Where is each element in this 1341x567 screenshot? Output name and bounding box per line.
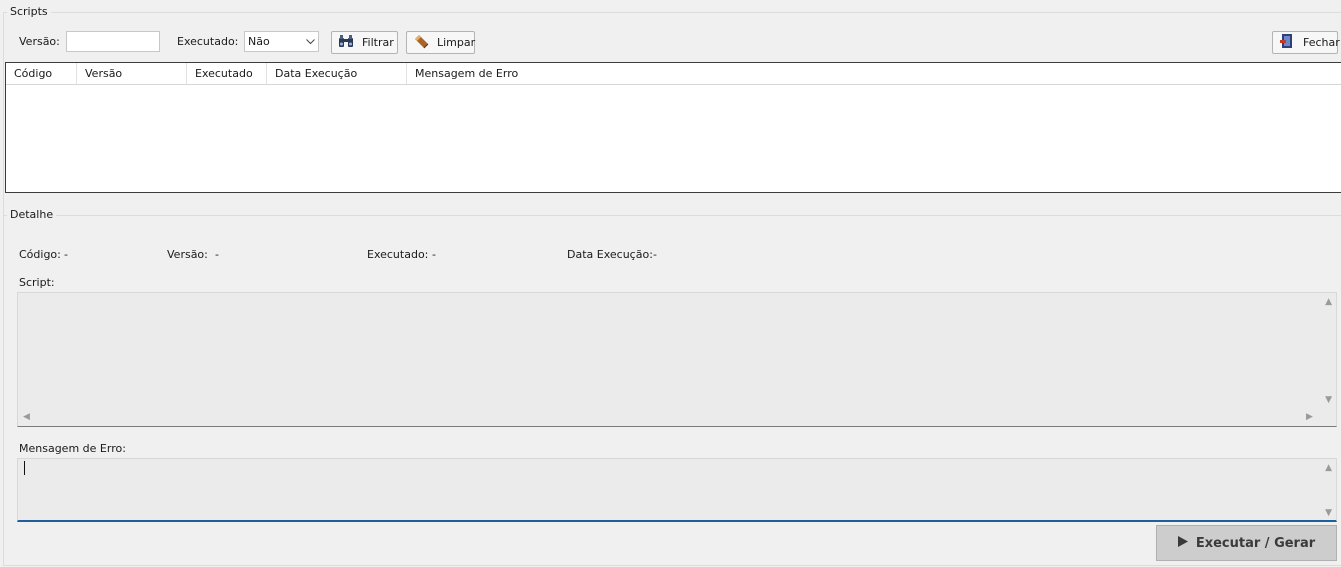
executado-filter-select[interactable]: Não bbox=[244, 31, 319, 52]
versao-filter-label: Versão: bbox=[19, 35, 60, 48]
chevron-down-icon bbox=[306, 35, 315, 48]
fechar-label: Fechar bbox=[1303, 36, 1340, 49]
scroll-left-arrow-icon[interactable]: ◀ bbox=[23, 413, 30, 422]
versao-label: Versão: bbox=[167, 248, 208, 261]
mensagem-erro-textarea[interactable]: ▲ ▼ bbox=[17, 458, 1337, 522]
scripts-group-title: Scripts bbox=[7, 5, 51, 18]
play-icon bbox=[1177, 535, 1188, 551]
detalhe-group-border bbox=[3, 215, 1341, 216]
scroll-down-arrow-icon[interactable]: ▼ bbox=[1325, 396, 1332, 405]
window-left-border bbox=[3, 12, 4, 566]
scroll-right-arrow-icon[interactable]: ▶ bbox=[1306, 413, 1313, 422]
scroll-up-arrow-icon[interactable]: ▲ bbox=[1325, 298, 1332, 307]
filtrar-button[interactable]: Filtrar bbox=[331, 31, 398, 54]
versao-value: - bbox=[215, 248, 219, 261]
scripts-table-header: Código Versão Executado Data Execução Me… bbox=[6, 63, 1341, 85]
executado-filter-value: Não bbox=[248, 35, 270, 48]
codigo-value: - bbox=[64, 248, 68, 261]
scripts-table[interactable]: Código Versão Executado Data Execução Me… bbox=[5, 62, 1341, 193]
text-cursor bbox=[24, 461, 25, 475]
filtrar-label: Filtrar bbox=[362, 36, 394, 49]
versao-filter-input[interactable] bbox=[66, 31, 160, 52]
executado-filter-label: Executado: bbox=[177, 35, 239, 48]
scripts-group-border bbox=[3, 12, 1341, 13]
executar-gerar-label: Executar / Gerar bbox=[1195, 535, 1316, 551]
data-execucao-value: - bbox=[653, 248, 657, 261]
script-textarea[interactable]: ▲ ▼ ◀ ▶ bbox=[17, 292, 1337, 427]
column-header-codigo[interactable]: Código bbox=[6, 63, 77, 84]
column-header-data-execucao[interactable]: Data Execução bbox=[267, 63, 407, 84]
eraser-icon bbox=[413, 34, 429, 52]
limpar-button[interactable]: Limpar bbox=[406, 31, 475, 54]
script-label: Script: bbox=[19, 276, 55, 289]
scroll-up-arrow-icon[interactable]: ▲ bbox=[1325, 464, 1332, 473]
detalhe-group-title: Detalhe bbox=[7, 208, 57, 221]
scroll-down-arrow-icon[interactable]: ▼ bbox=[1325, 509, 1332, 518]
column-header-mensagem-erro[interactable]: Mensagem de Erro bbox=[407, 63, 707, 84]
data-execucao-label: Data Execução: bbox=[567, 248, 653, 261]
column-header-executado[interactable]: Executado bbox=[187, 63, 267, 84]
window-bottom-border bbox=[3, 565, 1341, 566]
fechar-button[interactable]: Fechar bbox=[1272, 31, 1340, 54]
executar-gerar-button[interactable]: Executar / Gerar bbox=[1156, 525, 1337, 561]
limpar-label: Limpar bbox=[437, 36, 476, 49]
exit-door-icon bbox=[1279, 33, 1295, 52]
mensagem-erro-label: Mensagem de Erro: bbox=[19, 442, 126, 455]
codigo-label: Código: bbox=[19, 248, 61, 261]
executado-value: - bbox=[432, 248, 436, 261]
binoculars-icon bbox=[338, 34, 354, 51]
column-header-versao[interactable]: Versão bbox=[77, 63, 187, 84]
executado-label: Executado: bbox=[367, 248, 429, 261]
